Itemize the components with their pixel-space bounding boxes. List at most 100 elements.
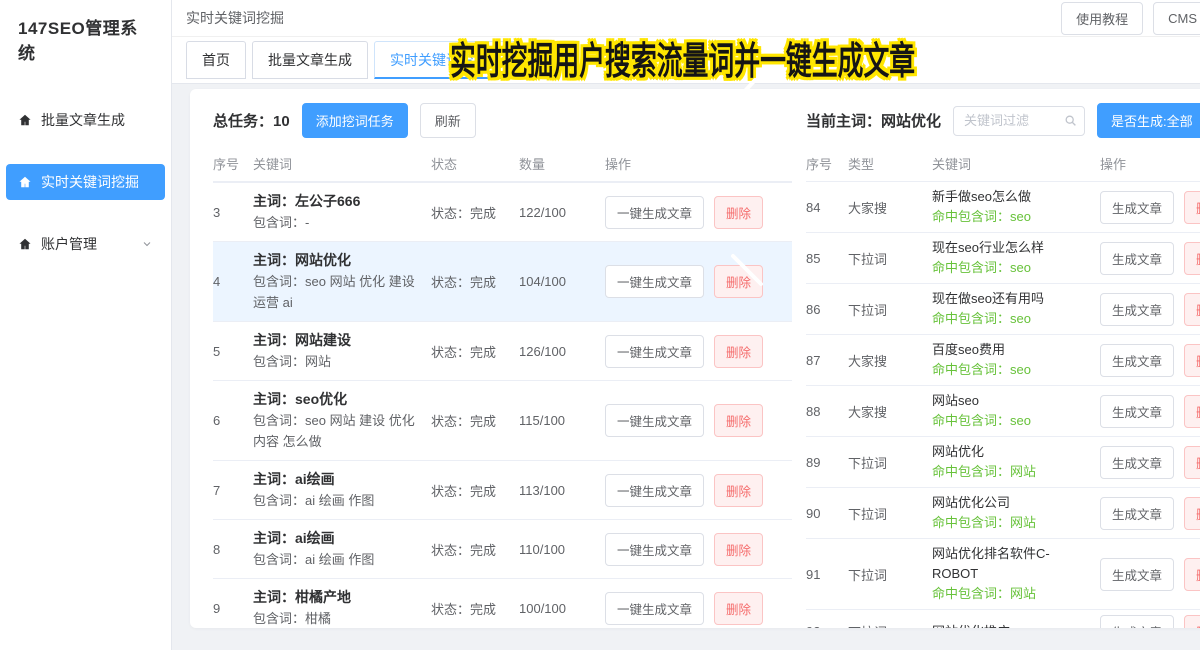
- row-count: 110/100: [519, 542, 605, 557]
- sidebar-item-batch-article-generate[interactable]: 批量文章生成: [6, 102, 165, 138]
- row-type: 下拉词: [848, 565, 932, 584]
- row-keyword: 网站seo命中包含词：seo: [932, 391, 1100, 431]
- generate-article-button[interactable]: 一键生成文章: [605, 196, 704, 229]
- refresh-button[interactable]: 刷新: [420, 103, 476, 138]
- row-status: 状态：完成: [431, 203, 519, 222]
- row-index: 3: [213, 205, 253, 220]
- generate-article-button[interactable]: 一键生成文章: [605, 265, 704, 298]
- annotation-banner: 实时挖掘用户搜索流量词并一键生成文章: [450, 30, 915, 85]
- col-keyword: 关键词: [253, 154, 431, 173]
- generate-article-button[interactable]: 生成文章: [1100, 293, 1174, 326]
- delete-button[interactable]: 删除: [1184, 191, 1200, 224]
- keyword-row: 92下拉词网站优化推广生成文章删除: [806, 610, 1200, 628]
- generate-article-button[interactable]: 一键生成文章: [605, 335, 704, 368]
- generate-article-button[interactable]: 一键生成文章: [605, 474, 704, 507]
- tab-batch-article-generate[interactable]: 批量文章生成: [252, 41, 368, 79]
- row-actions: 生成文章删除: [1100, 446, 1200, 479]
- add-task-button[interactable]: 添加挖词任务: [302, 103, 408, 138]
- content: 总任务：10 添加挖词任务 刷新 序号 关键词 状态 数量 操作: [172, 84, 1200, 628]
- generate-article-button[interactable]: 生成文章: [1100, 558, 1174, 591]
- row-count: 115/100: [519, 413, 605, 428]
- total-tasks-label: 总任务：10: [213, 110, 290, 131]
- main-word: 主词：左公子666: [253, 191, 423, 212]
- generate-article-button[interactable]: 生成文章: [1100, 344, 1174, 377]
- row-index: 5: [213, 344, 253, 359]
- sidebar: 147SEO管理系统 批量文章生成实时关键词挖掘账户管理: [0, 0, 172, 650]
- row-actions: 生成文章删除: [1100, 395, 1200, 428]
- sidebar-item-label: 实时关键词挖掘: [41, 172, 139, 192]
- row-index: 91: [806, 567, 848, 582]
- delete-button[interactable]: 删除: [1184, 558, 1200, 591]
- row-keyword: 新手做seo怎么做命中包含词：seo: [932, 187, 1100, 227]
- spacer: [4, 138, 167, 164]
- breadcrumb: 实时关键词挖掘: [186, 8, 284, 28]
- tab-home[interactable]: 首页: [186, 41, 246, 79]
- col-index: 序号: [806, 154, 848, 173]
- row-actions: 一键生成文章删除: [605, 533, 792, 566]
- generate-filter-button[interactable]: 是否生成:全部: [1097, 103, 1200, 138]
- row-actions: 生成文章删除: [1100, 497, 1200, 530]
- generate-article-button[interactable]: 一键生成文章: [605, 592, 704, 625]
- row-keyword: 主词：网站建设包含词：网站: [253, 330, 431, 372]
- hit-words: 命中包含词：网站: [932, 584, 1094, 604]
- row-status: 状态：完成: [431, 342, 519, 361]
- col-keyword: 关键词: [932, 154, 1100, 173]
- delete-button[interactable]: 删除: [714, 404, 763, 437]
- delete-button[interactable]: 删除: [1184, 293, 1200, 326]
- delete-button[interactable]: 删除: [714, 196, 763, 229]
- task-row: 7主词：ai绘画包含词：ai 绘画 作图状态：完成113/100一键生成文章删除: [213, 461, 792, 520]
- tasks-panel: 总任务：10 添加挖词任务 刷新 序号 关键词 状态 数量 操作: [190, 89, 792, 628]
- row-index: 88: [806, 404, 848, 419]
- row-count: 126/100: [519, 344, 605, 359]
- delete-button[interactable]: 删除: [714, 474, 763, 507]
- generate-article-button[interactable]: 生成文章: [1100, 446, 1174, 479]
- row-index: 9: [213, 601, 253, 616]
- contain-words: 包含词：柑橘: [253, 608, 423, 628]
- generate-article-button[interactable]: 生成文章: [1100, 191, 1174, 224]
- keyword-text: 新手做seo怎么做: [932, 187, 1094, 207]
- row-keyword: 百度seo费用命中包含词：seo: [932, 340, 1100, 380]
- delete-button[interactable]: 删除: [1184, 497, 1200, 530]
- delete-button[interactable]: 删除: [714, 592, 763, 625]
- row-index: 89: [806, 455, 848, 470]
- delete-button[interactable]: 删除: [1184, 615, 1200, 628]
- generate-article-button[interactable]: 生成文章: [1100, 395, 1174, 428]
- keyword-text: 网站优化: [932, 442, 1094, 462]
- contain-words: 包含词：ai 绘画 作图: [253, 490, 423, 511]
- delete-button[interactable]: 删除: [1184, 446, 1200, 479]
- generate-article-button[interactable]: 生成文章: [1100, 497, 1174, 530]
- col-index: 序号: [213, 154, 253, 173]
- row-actions: 一键生成文章删除: [605, 265, 792, 298]
- row-keyword: 网站优化推广: [932, 622, 1100, 629]
- delete-button[interactable]: 删除: [1184, 242, 1200, 275]
- generate-article-button[interactable]: 生成文章: [1100, 615, 1174, 628]
- row-status: 状态：完成: [431, 540, 519, 559]
- keyword-text: 网站seo: [932, 391, 1094, 411]
- home-icon: [18, 237, 32, 251]
- generate-article-button[interactable]: 生成文章: [1100, 242, 1174, 275]
- row-keyword: 主词：seo优化包含词：seo 网站 建设 优化 内容 怎么做: [253, 389, 431, 452]
- cms-button[interactable]: CMS: [1153, 2, 1200, 35]
- row-index: 90: [806, 506, 848, 521]
- delete-button[interactable]: 删除: [714, 335, 763, 368]
- tutorial-button[interactable]: 使用教程: [1061, 2, 1143, 35]
- main-word: 主词：柑橘产地: [253, 587, 423, 608]
- delete-button[interactable]: 删除: [714, 533, 763, 566]
- sidebar-item-realtime-keyword-mining[interactable]: 实时关键词挖掘: [6, 164, 165, 200]
- row-actions: 生成文章删除: [1100, 558, 1200, 591]
- col-actions: 操作: [1100, 154, 1200, 173]
- hit-words: 命中包含词：seo: [932, 207, 1094, 227]
- topbar-buttons: 使用教程 CMS: [1061, 2, 1186, 35]
- content-card: 总任务：10 添加挖词任务 刷新 序号 关键词 状态 数量 操作: [190, 89, 1200, 628]
- row-count: 104/100: [519, 274, 605, 289]
- keyword-row: 84大家搜新手做seo怎么做命中包含词：seo生成文章删除: [806, 182, 1200, 233]
- delete-button[interactable]: 删除: [1184, 395, 1200, 428]
- delete-button[interactable]: 删除: [714, 265, 763, 298]
- delete-button[interactable]: 删除: [1184, 344, 1200, 377]
- generate-article-button[interactable]: 一键生成文章: [605, 404, 704, 437]
- generate-article-button[interactable]: 一键生成文章: [605, 533, 704, 566]
- main-word: 主词：ai绘画: [253, 528, 423, 549]
- keywords-panel-header: 当前主词：网站优化 是否生成:全部: [806, 103, 1200, 138]
- sidebar-item-account-management[interactable]: 账户管理: [6, 226, 165, 262]
- search-icon: [1064, 114, 1077, 132]
